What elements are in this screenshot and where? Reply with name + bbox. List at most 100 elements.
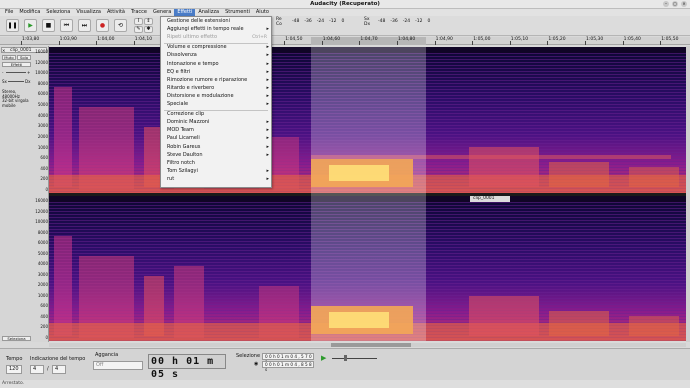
horizontal-scrollbar[interactable] bbox=[49, 343, 686, 347]
effects-menu-item[interactable]: Ritardo e riverbero bbox=[161, 85, 271, 93]
snap-dropdown[interactable]: Off bbox=[93, 361, 143, 370]
solo-button[interactable]: Solo bbox=[17, 55, 31, 60]
pause-button[interactable]: ❚❚ bbox=[6, 19, 19, 32]
tempo-label: Tempo bbox=[6, 356, 23, 362]
vertical-scrollbar[interactable] bbox=[686, 46, 690, 342]
effects-menu-item[interactable]: EQ e filtri bbox=[161, 69, 271, 77]
menu-visualizza[interactable]: Visualizza bbox=[73, 9, 104, 16]
menu-tracce[interactable]: Tracce bbox=[128, 9, 150, 16]
effects-menu-item[interactable]: Dissolvenza bbox=[161, 52, 271, 60]
time-signature-numerator[interactable]: 4 bbox=[30, 365, 44, 374]
title-bar: Audacity (Recuperato) – ▢ × bbox=[0, 0, 690, 9]
meter-tick: -12 bbox=[329, 19, 337, 24]
menu-item-label: Tom Szilagyi bbox=[167, 167, 198, 174]
time-signature-denominator[interactable]: 4 bbox=[52, 365, 66, 374]
selection-label: Selezione bbox=[236, 353, 261, 359]
effects-menu-item[interactable]: Speciale bbox=[161, 101, 271, 109]
menu-strumenti[interactable]: Strumenti bbox=[222, 9, 253, 16]
frequency-tick: 3000 bbox=[37, 123, 48, 129]
menu-item-label: Rimozione rumore e riparazione bbox=[167, 76, 248, 83]
clip-label[interactable]: clip_0001 bbox=[470, 196, 510, 202]
maximize-icon[interactable]: ▢ bbox=[672, 1, 678, 7]
timeline-ruler[interactable]: 1:03,801:03,901:04,001:04,101:04,201:04,… bbox=[0, 37, 690, 45]
close-icon[interactable]: × bbox=[681, 1, 687, 7]
effects-menu-item[interactable]: Tom Szilagyi bbox=[161, 167, 271, 176]
menu-modifica[interactable]: Modifica bbox=[16, 9, 43, 16]
effects-menu-item[interactable]: Paul Licameli bbox=[161, 135, 271, 143]
effects-menu-item[interactable]: rut bbox=[161, 176, 271, 184]
record-meter[interactable]: -48 -36 -24 -12 0 bbox=[292, 19, 344, 24]
menu-aiuto[interactable]: Aiuto bbox=[253, 9, 272, 16]
play-meter-label: Sx Dx bbox=[364, 17, 371, 27]
menu-attivita[interactable]: Attività bbox=[104, 9, 128, 16]
ruler-tick: 1:04,10 bbox=[133, 37, 153, 45]
effects-menu-item[interactable]: MOD Team bbox=[161, 127, 271, 135]
meter-tick: -48 bbox=[292, 19, 300, 24]
effects-menu-item[interactable]: Gestione delle estensioni bbox=[161, 18, 271, 25]
frequency-tick: 0 bbox=[45, 335, 48, 340]
ruler-tick: 1:04,60 bbox=[321, 37, 341, 45]
cursor-icon: I bbox=[137, 18, 140, 24]
selection-tool-button[interactable]: I bbox=[134, 18, 143, 25]
frequency-axis-bottom: 16000 12000 10000 8000 6000 5000 4000 3000 2000 1… bbox=[31, 196, 49, 341]
effects-menu-item[interactable]: Distorsione e modulazione bbox=[161, 92, 271, 101]
gain-slider[interactable] bbox=[6, 72, 26, 73]
playback-speed-slider[interactable] bbox=[332, 358, 377, 359]
menu-genera[interactable]: Genera bbox=[150, 9, 174, 16]
frequency-tick: 400 bbox=[40, 165, 48, 171]
play-at-speed-icon[interactable]: ▶ bbox=[321, 354, 326, 362]
effects-menu-item[interactable]: Filtro notch bbox=[161, 160, 271, 167]
play-button[interactable]: ▶ bbox=[24, 19, 37, 32]
menu-item-label: Gestione delle estensioni bbox=[167, 18, 230, 24]
record-button[interactable]: ● bbox=[96, 19, 109, 32]
effects-menu-item: Ripeti ultimo effetto Ctrl+R bbox=[161, 34, 271, 41]
tempo-field[interactable]: 120 bbox=[6, 365, 22, 374]
skip-start-button[interactable]: ⏮ bbox=[60, 19, 73, 32]
menu-item-label: Volume e compressione bbox=[167, 44, 227, 51]
menu-item-label: Dominic Mazzoni bbox=[167, 119, 210, 126]
menu-analizza[interactable]: Analizza bbox=[195, 9, 222, 16]
menu-seleziona[interactable]: Seleziona bbox=[43, 9, 73, 16]
effects-menu-item[interactable]: Aggiungi effetti in tempo reale bbox=[161, 26, 271, 34]
effects-menu-item[interactable]: Correzione clip bbox=[161, 111, 271, 118]
transport-toolbar: ❚❚ ▶ ■ ⏮ ⏭ ● ⟲ I ⇕ ✎ ✱ Re Co -48 -36 -24 … bbox=[0, 16, 690, 36]
loop-button[interactable]: ⟲ bbox=[114, 19, 127, 32]
effects-menu-item[interactable]: Rimozione rumore e riparazione bbox=[161, 76, 271, 85]
scroll-thumb[interactable] bbox=[331, 343, 411, 347]
mute-button[interactable]: Muto bbox=[2, 55, 16, 60]
effects-menu-item[interactable]: Steve Daulton bbox=[161, 152, 271, 160]
minimize-icon[interactable]: – bbox=[663, 1, 669, 7]
effects-menu-item[interactable]: Intonazione e tempo bbox=[161, 61, 271, 69]
selection-start-field[interactable]: 0 0 h 0 1 m 0 4 , 5 7 0 s bbox=[262, 353, 314, 364]
envelope-tool-button[interactable]: ⇕ bbox=[144, 18, 153, 25]
menu-item-label: MOD Team bbox=[167, 127, 194, 134]
stop-button[interactable]: ■ bbox=[42, 19, 55, 32]
frequency-tick: 600 bbox=[40, 303, 48, 309]
effects-menu-item[interactable]: Dominic Mazzoni bbox=[161, 119, 271, 127]
frequency-tick: 200 bbox=[40, 324, 48, 330]
effects-button[interactable]: Effetti bbox=[2, 62, 31, 67]
playback-speed-thumb[interactable] bbox=[344, 355, 347, 361]
skip-end-button[interactable]: ⏭ bbox=[78, 19, 91, 32]
time-display[interactable]: 00 h 01 m 05 s bbox=[148, 354, 226, 380]
select-track-button[interactable]: Seleziona bbox=[2, 336, 31, 341]
menu-effetti[interactable]: Effetti bbox=[174, 9, 196, 16]
effects-menu: Gestione delle estensioni Aggiungi effett… bbox=[160, 16, 272, 188]
play-meter[interactable]: -48 -36 -24 -12 0 bbox=[378, 19, 430, 24]
pan-slider[interactable] bbox=[8, 81, 24, 82]
close-track-icon[interactable]: ✕ bbox=[2, 48, 5, 53]
selection-end-field[interactable]: 0 0 h 0 1 m 0 4 , 8 5 8 s bbox=[262, 361, 314, 372]
menu-item-label: Distorsione e modulazione bbox=[167, 92, 234, 99]
selection-region[interactable] bbox=[311, 47, 426, 341]
ruler-tick: 1:04,70 bbox=[359, 37, 378, 45]
radio-end-icon[interactable]: ◉ bbox=[254, 361, 258, 367]
multi-tool-button[interactable]: ✱ bbox=[144, 26, 153, 33]
frequency-tick: 6000 bbox=[37, 91, 48, 97]
effects-menu-item[interactable]: Robin Gareus bbox=[161, 144, 271, 152]
effects-menu-item[interactable]: Volume e compressione bbox=[161, 44, 271, 52]
draw-tool-button[interactable]: ✎ bbox=[134, 26, 143, 33]
frequency-tick: 3000 bbox=[37, 271, 48, 277]
loop-icon: ⟲ bbox=[117, 22, 124, 29]
ruler-tick: 1:05,10 bbox=[509, 37, 529, 45]
menu-file[interactable]: File bbox=[2, 9, 16, 16]
